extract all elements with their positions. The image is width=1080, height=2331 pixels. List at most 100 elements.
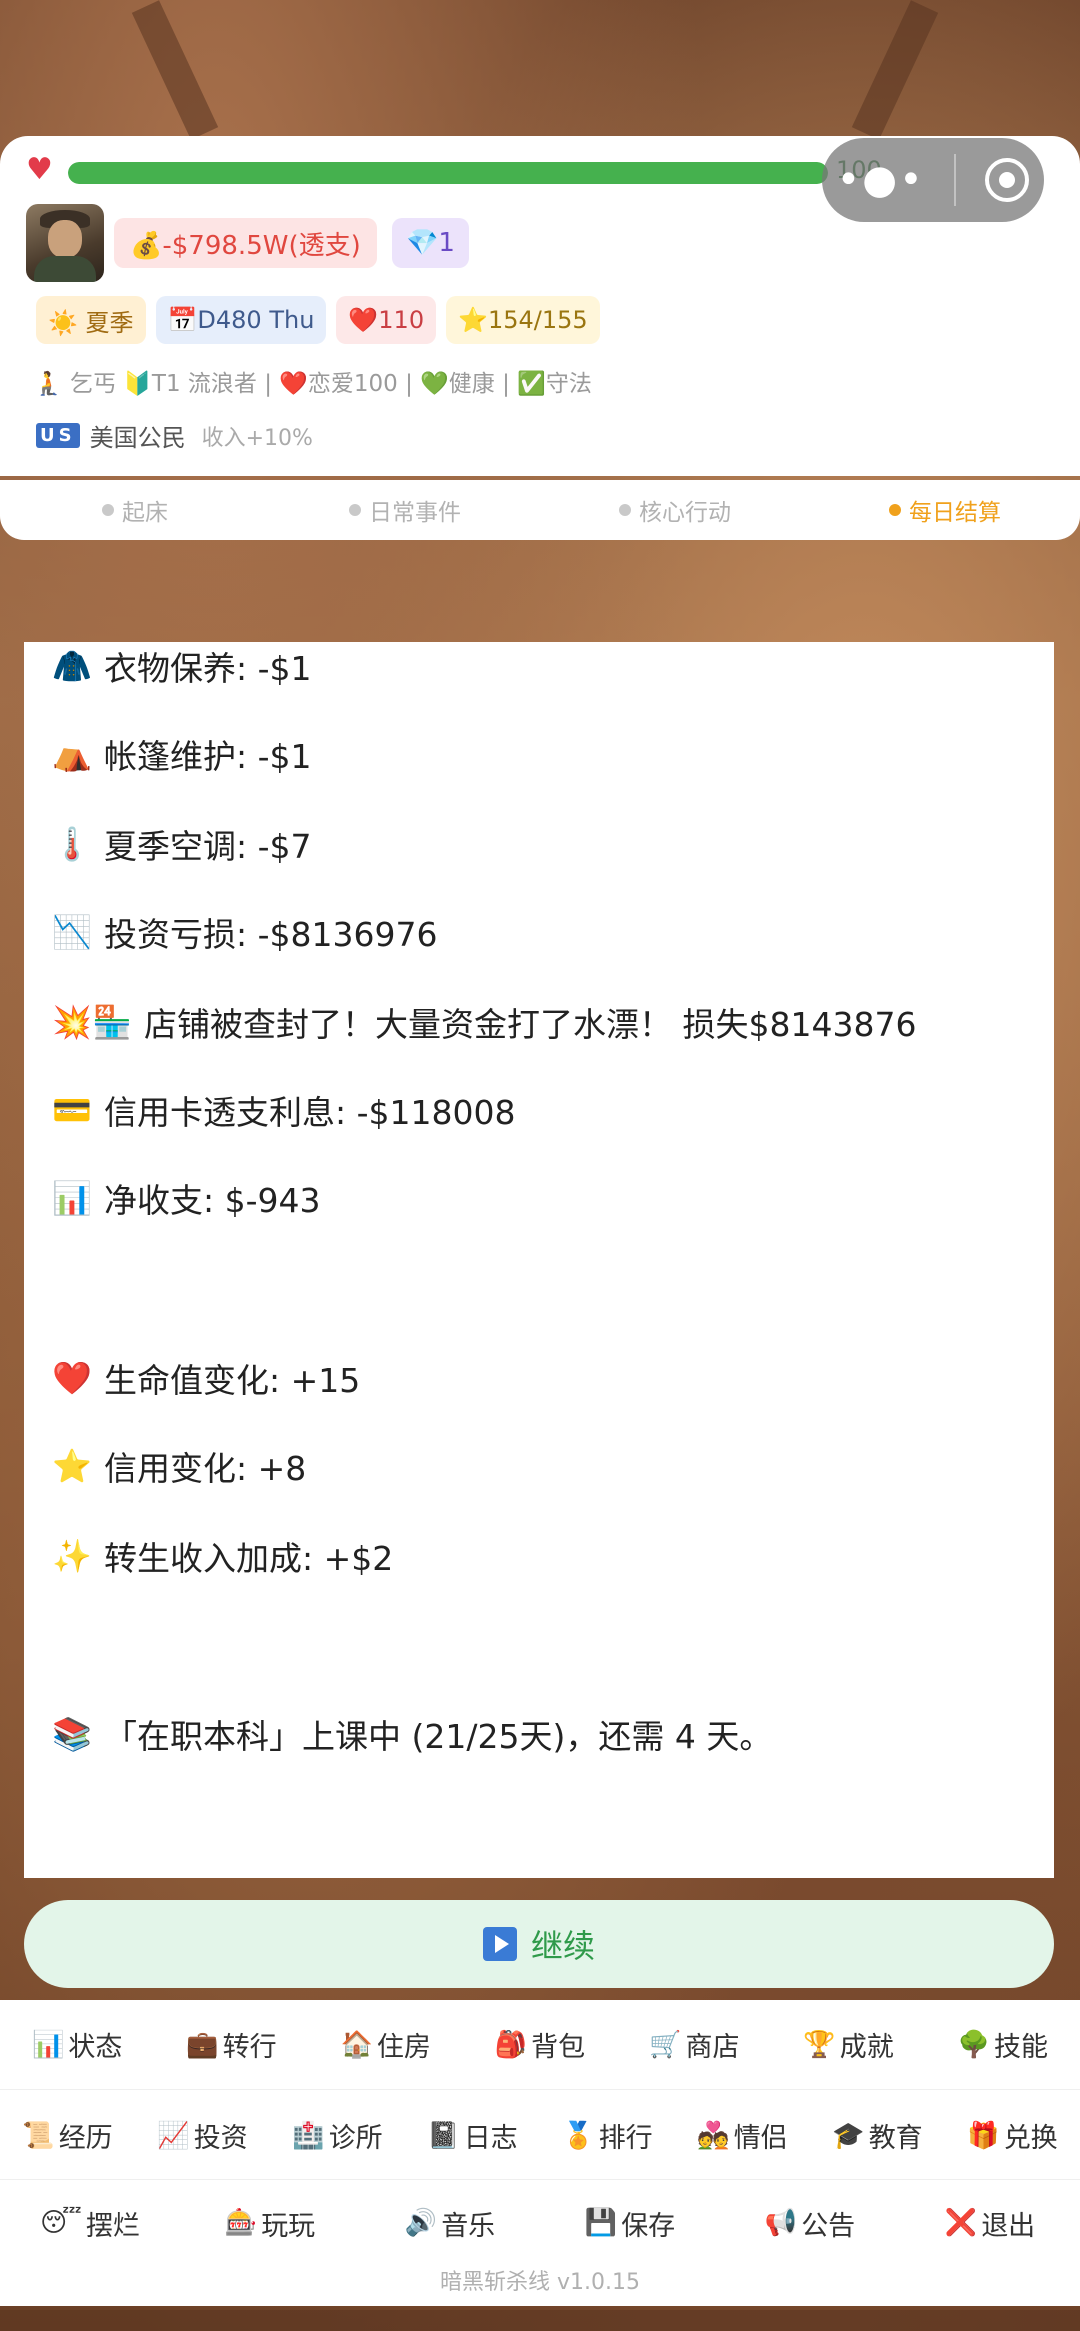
briefcase-icon: 💼 <box>186 2029 219 2060</box>
credit-chip: ⭐154/155 <box>446 296 600 344</box>
season-chip: ☀️ 夏季 <box>36 296 146 344</box>
log-line: 🌡️ 夏季空调: -$7 <box>52 825 312 866</box>
menu-item-row3-5[interactable]: ❌ 退出 <box>900 2204 1080 2243</box>
miniprogram-capsule: •●• <box>822 138 1044 222</box>
menu-item-label: 玩玩 <box>261 2210 316 2242</box>
day-phase-steps: 起床 日常事件 核心行动 每日结算 <box>0 480 1080 540</box>
hospital-icon: 🏥 <box>292 2120 325 2151</box>
menu-item-row1-4[interactable]: 🛒 商店 <box>617 2025 771 2064</box>
menu-item-row1-1[interactable]: 💼 转行 <box>154 2025 308 2064</box>
menu-item-label: 摆烂 <box>85 2210 140 2242</box>
menu-item-label: 情侣 <box>733 2123 788 2154</box>
house-icon: 🏠 <box>340 2029 373 2060</box>
step-core-action: 核心行动 <box>540 493 810 527</box>
menu-item-row2-2[interactable]: 🏥 诊所 <box>270 2116 405 2155</box>
gem-badge[interactable]: 💎1 <box>392 218 469 268</box>
settlement-log: 🧥 衣物保养: -$1 ⛺ 帐篷维护: -$1 🌡️ 夏季空调: -$7 📉 投资亏损:… <box>24 642 1054 1878</box>
menu-item-label: 排行 <box>598 2123 653 2154</box>
menu-item-label: 商店 <box>685 2032 740 2063</box>
log-line: ⛺ 帐篷维护: -$1 <box>52 735 312 776</box>
hp-bar <box>68 162 828 184</box>
menu-item-label: 成就 <box>839 2032 894 2063</box>
medal-icon: 🏅 <box>562 2120 595 2151</box>
notebook-icon: 📓 <box>427 2120 460 2151</box>
menu-item-row2-7[interactable]: 🎁 兑换 <box>945 2116 1080 2155</box>
menu-item-row2-0[interactable]: 📜 经历 <box>0 2116 135 2155</box>
log-line: 🧥 衣物保养: -$1 <box>52 647 312 688</box>
menu-item-row2-5[interactable]: 💑 情侣 <box>675 2116 810 2155</box>
step-wake: 起床 <box>0 493 270 527</box>
gift-icon: 🎁 <box>967 2120 1000 2151</box>
menu-item-label: 保存 <box>621 2210 676 2242</box>
us-flag-icon: US <box>36 423 80 448</box>
menu-item-row1-6[interactable]: 🌳 技能 <box>926 2025 1080 2064</box>
menu-item-row3-2[interactable]: 🔊 音乐 <box>360 2204 540 2243</box>
menu-item-label: 日志 <box>463 2123 518 2154</box>
explosion-store-icon: 💥🏪 <box>52 1003 132 1041</box>
cart-icon: 🛒 <box>649 2029 682 2060</box>
megaphone-icon: 📢 <box>764 2208 798 2238</box>
menu-item-row1-0[interactable]: 📊 状态 <box>0 2025 154 2064</box>
play-icon <box>482 1927 517 1961</box>
menu-row-2: 📜 经历 📈 投资 🏥 诊所 📓 日志 🏅 排行 💑 情侣 🎓 教育 🎁 兑换 <box>0 2092 1080 2180</box>
close-target-icon[interactable] <box>985 158 1030 202</box>
chart-up-icon: 📈 <box>157 2120 190 2151</box>
trophy-icon: 🏆 <box>803 2029 836 2060</box>
step-daily-event: 日常事件 <box>270 493 540 527</box>
books-icon: 📚 <box>52 1715 92 1753</box>
log-line: 📉 投资亏损: -$8136976 <box>52 913 438 954</box>
menu-item-row2-3[interactable]: 📓 日志 <box>405 2116 540 2155</box>
citizen-bonus: 收入+10% <box>201 425 313 451</box>
menu-item-row3-3[interactable]: 💾 保存 <box>540 2204 720 2243</box>
log-line: ⭐ 信用变化: +8 <box>52 1447 307 1488</box>
log-line: 📚 「在职本科」上课中 (21/25天)，还需 4 天。 <box>52 1715 773 1756</box>
step-daily-settlement: 每日结算 <box>810 493 1080 527</box>
version-label: 暗黑斩杀线 v1.0.15 <box>440 2270 640 2295</box>
scroll-icon: 📜 <box>22 2120 55 2151</box>
menu-item-row1-3[interactable]: 🎒 背包 <box>463 2025 617 2064</box>
menu-item-row2-4[interactable]: 🏅 排行 <box>540 2116 675 2155</box>
floppy-disk-icon: 💾 <box>584 2208 618 2238</box>
chart-down-icon: 📉 <box>52 913 92 951</box>
more-icon[interactable]: •●• <box>837 157 925 203</box>
log-line: 💳 信用卡透支利息: -$118008 <box>52 1091 516 1132</box>
info-chips: ☀️ 夏季 📅D480 Thu ❤️110 ⭐154/155 <box>36 296 600 344</box>
hp-chip: ❤️110 <box>336 296 437 344</box>
menu-item-label: 技能 <box>994 2032 1049 2063</box>
heart-icon: ❤️ <box>52 1359 92 1397</box>
menu-item-row3-4[interactable]: 📢 公告 <box>720 2204 900 2243</box>
speaker-icon: 🔊 <box>404 2208 438 2238</box>
tree-icon: 🌳 <box>957 2029 991 2060</box>
menu-item-label: 住房 <box>376 2032 431 2063</box>
menu-item-row3-0[interactable]: 😴 摆烂 <box>0 2204 180 2243</box>
menu-item-row1-2[interactable]: 🏠 住房 <box>309 2025 463 2064</box>
coat-icon: 🧥 <box>52 647 92 685</box>
bar-chart-icon: 📊 <box>52 1179 92 1217</box>
menu-item-row1-5[interactable]: 🏆 成就 <box>771 2025 925 2064</box>
menu-item-row3-1[interactable]: 🎰 玩玩 <box>180 2204 360 2243</box>
citizenship: US 美国公民 收入+10% <box>36 418 313 453</box>
money-badge[interactable]: 💰-$798.5W(透支) <box>114 218 377 268</box>
avatar[interactable] <box>26 204 104 282</box>
log-line: ❤️ 生命值变化: +15 <box>52 1359 361 1400</box>
menu-item-label: 经历 <box>58 2123 113 2154</box>
status-line: 🧎 乞丐 🔰T1 流浪者 | ❤️恋爱100 | 💚健康 | ✅守法 <box>34 371 592 397</box>
log-line: ✨ 转生收入加成: +$2 <box>52 1537 394 1578</box>
bottom-menu: 📊 状态 💼 转行 🏠 住房 🎒 背包 🛒 商店 🏆 成就 🌳 技能 📜 经历 📈 投资 🏥 诊所 📓 日志 🏅 排行 💑 情侣… <box>0 2000 1080 2306</box>
star-icon: ⭐ <box>52 1447 92 1485</box>
menu-item-label: 音乐 <box>441 2210 496 2242</box>
menu-item-label: 教育 <box>868 2123 923 2154</box>
log-line: 💥🏪 店铺被查封了！大量资金打了水漂！ 损失$8143876 <box>52 1003 917 1044</box>
menu-item-label: 兑换 <box>1003 2123 1058 2154</box>
menu-item-row2-6[interactable]: 🎓 教育 <box>810 2116 945 2155</box>
menu-item-label: 转行 <box>222 2032 277 2063</box>
graduation-cap-icon: 🎓 <box>832 2120 865 2151</box>
continue-button[interactable]: 继续 <box>24 1900 1054 1988</box>
citizen-label: 美国公民 <box>89 424 186 452</box>
menu-item-label: 投资 <box>193 2123 248 2154</box>
sleepy-icon: 😴 <box>40 2208 82 2238</box>
menu-item-row2-1[interactable]: 📈 投资 <box>135 2116 270 2155</box>
menu-item-label: 背包 <box>531 2032 586 2063</box>
menu-item-label: 状态 <box>68 2032 123 2063</box>
tent-icon: ⛺ <box>52 735 92 773</box>
